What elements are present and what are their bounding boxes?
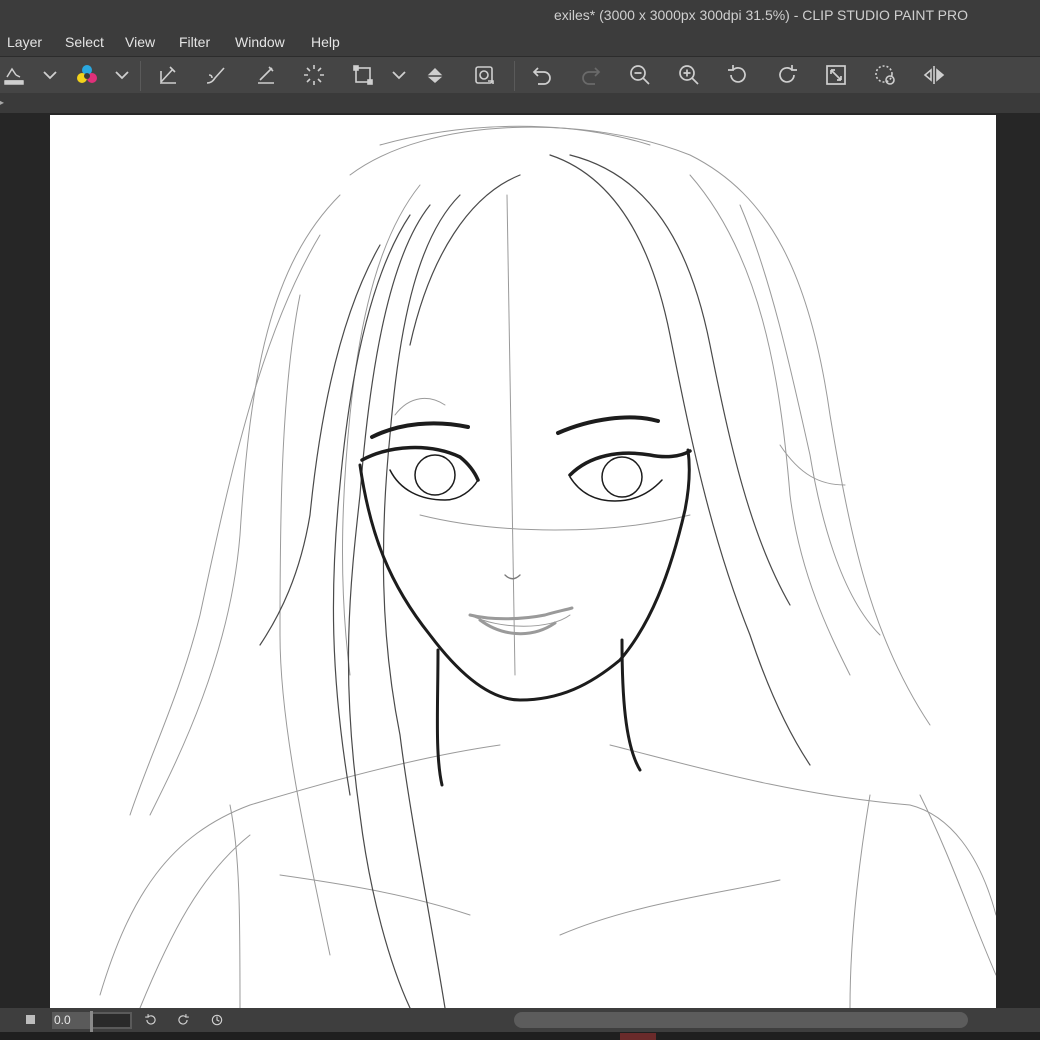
rotate-right-icon[interactable] — [773, 61, 801, 89]
dropdown-icon[interactable] — [36, 61, 64, 89]
menu-window[interactable]: Window — [235, 34, 285, 50]
pen-icon[interactable] — [252, 61, 280, 89]
sketch-artwork — [99, 125, 996, 1008]
fill-bucket-icon[interactable] — [421, 61, 449, 89]
window-title: exiles* (3000 x 3000px 300dpi 31.5%) - C… — [554, 7, 968, 23]
zoom-slider-track — [91, 1014, 130, 1027]
menu-select[interactable]: Select — [65, 34, 104, 50]
rotate-reset-icon[interactable] — [871, 61, 899, 89]
zoom-field[interactable]: 0.0 — [52, 1011, 132, 1032]
menu-bar: Layer Select View Filter Window Help — [0, 30, 1040, 57]
zoom-out-icon[interactable] — [626, 61, 654, 89]
rotate-left-small-icon[interactable] — [143, 1012, 159, 1028]
separator — [140, 61, 141, 91]
color-mixing-icon[interactable] — [73, 61, 101, 89]
zoom-in-icon[interactable] — [675, 61, 703, 89]
zoom-slider-thumb[interactable] — [90, 1011, 93, 1032]
horizontal-scrollbar[interactable] — [514, 1012, 968, 1028]
taskbar-edge — [0, 1032, 1040, 1040]
taskbar-indicator — [620, 1033, 656, 1040]
dropdown-icon-3[interactable] — [385, 61, 413, 89]
menu-help[interactable]: Help — [311, 34, 340, 50]
snap-icon[interactable] — [470, 61, 498, 89]
menu-filter[interactable]: Filter — [179, 34, 210, 50]
collapse-arrow-icon[interactable]: ▸ — [0, 95, 4, 109]
menu-view[interactable]: View — [125, 34, 155, 50]
rotate-right-small-icon[interactable] — [175, 1012, 191, 1028]
zoom-value[interactable]: 0.0 — [54, 1013, 71, 1027]
flip-horizontal-icon[interactable] — [920, 61, 948, 89]
fill-canvas-icon[interactable] — [0, 61, 28, 89]
stop-icon[interactable] — [26, 1015, 35, 1024]
separator-2 — [514, 61, 515, 91]
status-bar: 0.0 — [0, 1008, 1040, 1032]
tool-property-bar: ▸ — [0, 93, 1040, 113]
selection-spin-icon[interactable] — [300, 61, 328, 89]
transform-icon[interactable] — [349, 61, 377, 89]
rotate-reset-small-icon[interactable] — [209, 1012, 225, 1028]
menu-layer[interactable]: Layer — [7, 34, 42, 50]
title-bar: exiles* (3000 x 3000px 300dpi 31.5%) - C… — [0, 0, 1040, 30]
command-bar — [0, 57, 1040, 93]
ruler-pen-icon[interactable] — [154, 61, 182, 89]
brush-icon[interactable] — [202, 61, 230, 89]
drawing-canvas[interactable] — [50, 115, 996, 1008]
fit-screen-icon[interactable] — [822, 61, 850, 89]
redo-icon[interactable] — [577, 61, 605, 89]
rotate-left-icon[interactable] — [724, 61, 752, 89]
undo-icon[interactable] — [528, 61, 556, 89]
dropdown-icon-2[interactable] — [108, 61, 136, 89]
